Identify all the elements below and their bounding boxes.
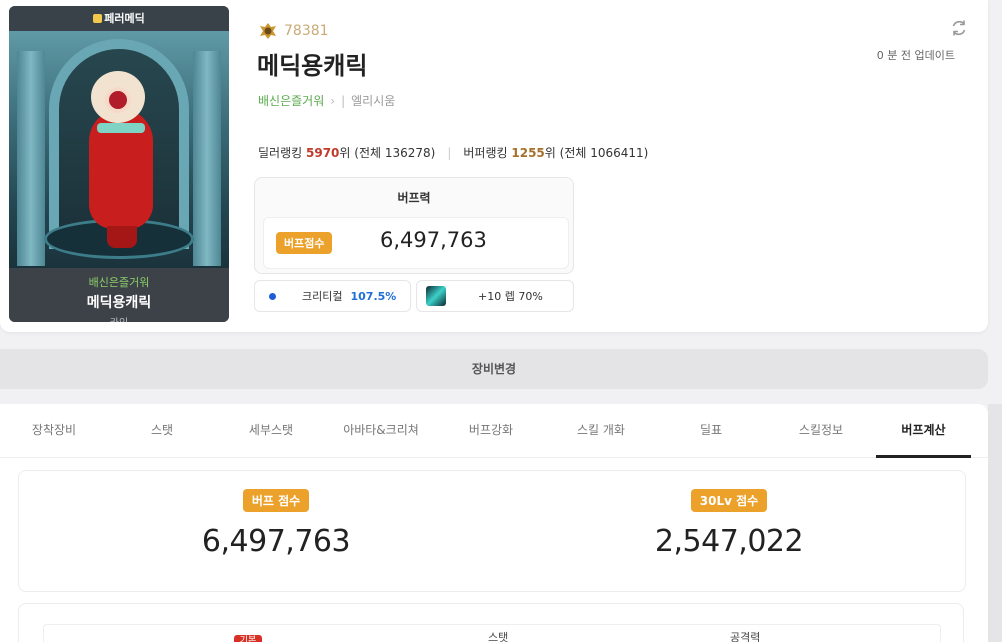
profile-card: 페러메딕 배신은즐거워 메딕용캐릭 카인 78381 메딕용캐릭 배신은즐거워 … [0,0,988,332]
attack-column-header: 공격력 [730,631,761,642]
tab-equipment[interactable]: 장착장비 [0,404,108,457]
equip-change-button[interactable]: 장비변경 [0,349,988,389]
weapon-text: +10 렙 70% [478,290,543,303]
rank-divider: | [447,145,452,160]
character-title: 메딕용캐릭 [257,52,368,80]
character-legs [107,226,137,248]
tab-stats[interactable]: 스탯 [108,404,216,457]
lv30-score-total: 2,547,022 [654,524,804,559]
buff-score-total: 6,497,763 [201,524,351,559]
character-scarf [97,123,145,133]
tab-bar: 장착장비 스탯 세부스탯 아바타&크리쳐 버프강화 스킬 개화 딜표 스킬정보 … [0,404,988,458]
guild-link[interactable]: 배신은즐거워 [258,92,324,109]
dealer-rank-suffix: 위 (전체 136278) [339,146,436,160]
basic-tag: 기본 [234,635,262,642]
character-sprite-scene [9,31,229,268]
weapon-box: +10 렙 70% [416,280,574,312]
character-guild: 배신은즐거워 [88,276,150,289]
tab-detail-stats[interactable]: 세부스탯 [216,404,326,457]
dealer-ranking: 딜러랭킹 5970위 (전체 136278) [258,144,435,161]
character-card-label: 페러메딕 [9,6,229,31]
character-eye [105,87,131,113]
weapon-icon [426,286,446,306]
ranking-row: 딜러랭킹 5970위 (전체 136278) | 버퍼랭킹 1255위 (전체 … [258,144,648,161]
chevron-right-icon: › [330,93,336,108]
tab-deal-table[interactable]: 딜표 [656,404,766,457]
critical-box: 크리티컬 107.5% [254,280,411,312]
dealer-rank-value: 5970 [306,146,340,160]
card-label-text: 페러메딕 [104,12,145,25]
buffer-rank-label: 버퍼랭킹 [463,146,508,160]
lv30-score-label: 30Lv 점수 [690,489,768,512]
world-name: 엘리시움 [351,94,396,108]
buff-score-value: 6,497,763 [380,228,487,252]
buffer-rank-suffix: 위 (전체 1066411) [544,146,649,160]
buff-power-box: 버프력 버프점수 6,497,763 [254,177,574,274]
buff-score-badge: 버프점수 [276,232,333,254]
tab-skill-bloom[interactable]: 스킬 개화 [546,404,656,457]
character-name: 메딕용캐릭 [86,295,152,311]
guild-world-row: 배신은즐거워 › | 엘리시움 [258,92,395,109]
tab-buff-calc[interactable]: 버프계산 [876,404,971,458]
crest-icon [260,23,276,39]
tab-skill-info[interactable]: 스킬정보 [766,404,876,457]
critical-label: 크리티컬 [302,290,343,303]
character-job: 카인 [9,314,229,322]
buff-score-column: 버프 점수 6,497,763 [126,489,426,559]
stat-table: 기본 스탯 공격력 [43,624,941,642]
buff-score-panel: 버프점수 6,497,763 [263,217,569,269]
critical-value: 107.5% [350,289,397,303]
dealer-rank-label: 딜러랭킹 [258,146,303,160]
scrollbar[interactable] [988,404,1002,642]
character-info-footer: 배신은즐거워 메딕용캐릭 카인 [9,268,229,322]
critical-dot-icon [269,292,276,300]
score-card: 버프 점수 6,497,763 30Lv 점수 2,547,022 [18,470,966,592]
tab-buff-enhance[interactable]: 버프강화 [436,404,546,457]
stat-card: 기본 스탯 공격력 [18,603,964,642]
buffer-ranking: 버퍼랭킹 1255위 (전체 1066411) [463,144,648,161]
character-image-card[interactable]: 페러메딕 배신은즐거워 메딕용캐릭 카인 [9,6,229,322]
stat-column-header: 스탯 [488,631,509,642]
buff-score-label: 버프 점수 [242,489,310,512]
buffer-rank-value: 1255 [511,146,545,160]
lv30-score-column: 30Lv 점수 2,547,022 [579,489,879,559]
tab-avatar-creature[interactable]: 아바타&크리쳐 [326,404,436,457]
level-row: 78381 [258,21,329,41]
pillar-right [193,51,221,266]
badge-icon [93,14,103,23]
buff-power-title: 버프력 [397,191,431,205]
divider: | [341,93,346,108]
pillar-left [17,51,45,266]
update-timestamp: 0 분 전 업데이트 [876,49,955,62]
level-value: 78381 [284,23,329,39]
refresh-icon[interactable] [949,18,969,38]
